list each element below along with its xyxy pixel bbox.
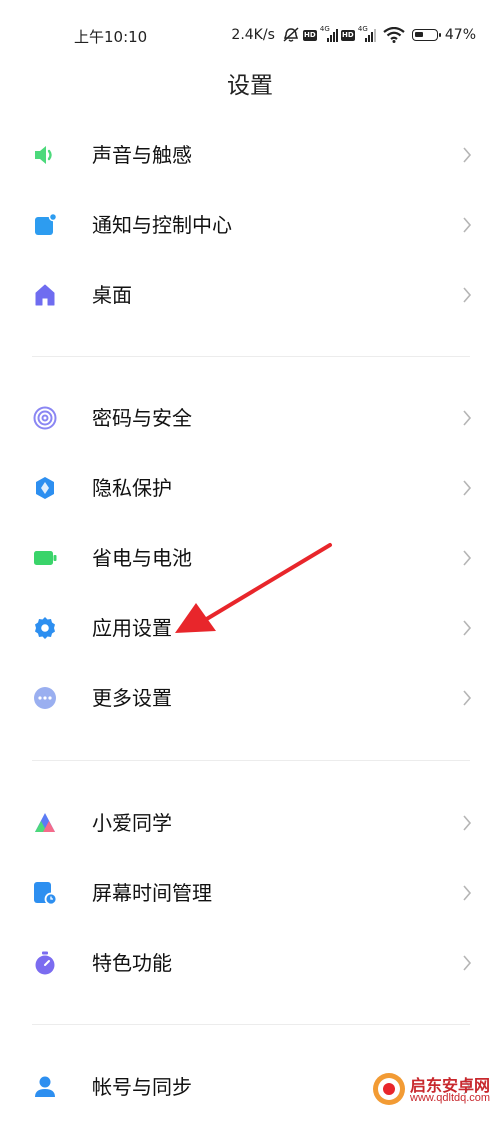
fingerprint-icon (33, 406, 57, 430)
section-divider (32, 760, 470, 761)
chevron-right-icon (463, 287, 472, 303)
settings-item-password-security[interactable]: 密码与安全 (0, 383, 500, 453)
settings-item-privacy[interactable]: 隐私保护 (0, 453, 500, 523)
signal-icon: 4G (358, 25, 376, 42)
hd-icon: HD (340, 29, 355, 41)
battery-indicator (411, 29, 441, 41)
chevron-right-icon (463, 690, 472, 706)
settings-item-battery[interactable]: 省电与电池 (0, 523, 500, 593)
chevron-right-icon (463, 480, 472, 496)
chevron-right-icon (463, 955, 472, 971)
settings-item-notifications[interactable]: 通知与控制中心 (0, 190, 500, 260)
chevron-right-icon (463, 147, 472, 163)
settings-item-label: 应用设置 (92, 616, 172, 640)
signal-icon: 4G (320, 25, 338, 42)
alarm-off-icon (283, 27, 299, 42)
settings-item-label: 省电与电池 (92, 546, 192, 570)
watermark-logo-icon (373, 1073, 405, 1105)
chevron-right-icon (463, 620, 472, 636)
settings-item-xiaoai[interactable]: 小爱同学 (0, 788, 500, 858)
settings-item-app-settings[interactable]: 应用设置 (0, 593, 500, 663)
settings-item-label: 小爱同学 (92, 811, 172, 835)
gear-icon (35, 617, 55, 639)
chevron-right-icon (463, 410, 472, 426)
settings-item-label: 屏幕时间管理 (92, 881, 212, 905)
battery-icon (34, 551, 57, 565)
settings-item-screen-time[interactable]: 屏幕时间管理 (0, 858, 500, 928)
settings-item-label: 声音与触感 (92, 143, 192, 167)
settings-item-label: 更多设置 (92, 686, 172, 710)
chevron-right-icon (463, 885, 472, 901)
section-divider (32, 1024, 470, 1025)
settings-item-label: 隐私保护 (92, 476, 172, 500)
settings-item-label: 密码与安全 (92, 406, 192, 430)
settings-item-desktop[interactable]: 桌面 (0, 260, 500, 330)
settings-item-label: 通知与控制中心 (92, 213, 232, 237)
chevron-right-icon (463, 217, 472, 233)
screen-time-icon (34, 882, 57, 905)
network-speed: 2.4K/s (231, 27, 275, 43)
battery-percent: 47% (444, 27, 476, 43)
page-title: 设置 (227, 73, 273, 99)
settings-item-more-settings[interactable]: 更多设置 (0, 663, 500, 733)
chevron-right-icon (463, 550, 472, 566)
account-icon (35, 1076, 55, 1097)
notification-icon (35, 213, 57, 235)
privacy-shield-icon (36, 477, 54, 499)
hd-icon: HD (302, 29, 317, 41)
status-icons: 2.4K/s HD 4G HD 4G 47% (231, 24, 476, 46)
watermark-url: www.qdltdq.com (410, 1092, 491, 1104)
section-divider (32, 356, 470, 357)
xiaoai-icon (35, 813, 55, 832)
speaker-icon (35, 146, 52, 164)
status-bar: 上午10:10 2.4K/s HD 4G HD 4G 47% (0, 0, 500, 70)
settings-item-label: 帐号与同步 (92, 1075, 192, 1099)
wifi-icon (383, 27, 405, 43)
home-icon (35, 284, 55, 306)
status-time: 上午10:10 (74, 28, 148, 46)
settings-item-sound[interactable]: 声音与触感 (0, 120, 500, 190)
settings-item-label: 特色功能 (92, 951, 172, 975)
settings-item-features[interactable]: 特色功能 (0, 928, 500, 998)
more-dots-icon (34, 687, 56, 709)
stopwatch-icon (35, 951, 55, 975)
settings-item-label: 桌面 (92, 283, 132, 307)
chevron-right-icon (463, 815, 472, 831)
